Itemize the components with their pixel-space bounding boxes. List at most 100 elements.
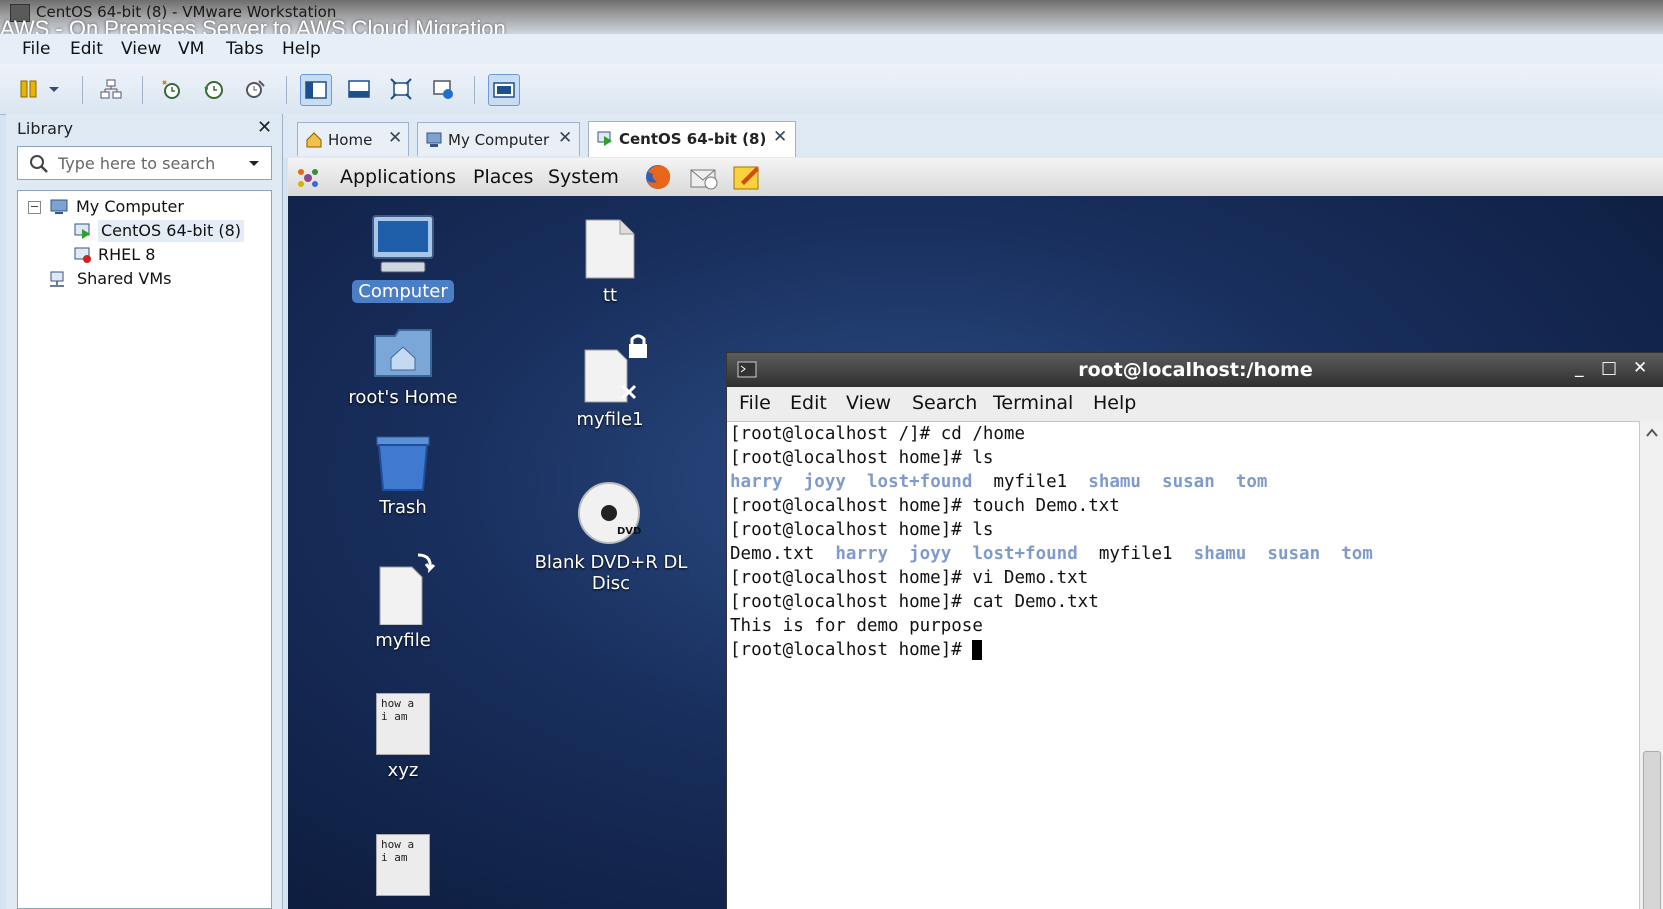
vm-error-icon bbox=[74, 247, 91, 263]
close-icon[interactable]: ✕ bbox=[558, 128, 572, 148]
menu-edit[interactable]: Edit bbox=[70, 39, 103, 59]
dir-entry: joyy bbox=[909, 544, 952, 564]
terminal-menu-file[interactable]: File bbox=[739, 392, 771, 414]
dvd-badge: DVD bbox=[617, 526, 641, 537]
text-document-icon: how a i am bbox=[376, 693, 430, 755]
tab-home[interactable]: Home ✕ bbox=[297, 122, 409, 156]
menu-tabs[interactable]: Tabs bbox=[226, 39, 264, 59]
terminal-scrollbar[interactable] bbox=[1639, 421, 1663, 909]
terminal-menu-edit[interactable]: Edit bbox=[790, 392, 827, 414]
close-button[interactable]: ✕ bbox=[1633, 358, 1647, 378]
desktop-icon-dvd[interactable]: DVD Blank DVD+R DL Disc bbox=[525, 481, 695, 595]
send-ctrl-alt-del-button[interactable] bbox=[96, 74, 126, 104]
terminal-titlebar[interactable]: root@localhost:/home _ □ ✕ bbox=[727, 353, 1663, 387]
thumbnail-bar-button[interactable] bbox=[344, 74, 374, 104]
close-icon[interactable]: ✕ bbox=[388, 128, 402, 148]
fullscreen-icon bbox=[390, 78, 412, 100]
close-icon[interactable]: ✕ bbox=[773, 127, 787, 147]
terminal-menu-terminal[interactable]: Terminal bbox=[993, 392, 1073, 414]
trash-icon bbox=[376, 436, 430, 491]
pause-button[interactable] bbox=[14, 74, 44, 104]
scrollbar-thumb[interactable] bbox=[1643, 751, 1661, 909]
menu-file[interactable]: File bbox=[22, 39, 50, 59]
take-snapshot-button[interactable] bbox=[156, 74, 186, 104]
menu-view[interactable]: View bbox=[121, 39, 161, 59]
revert-snapshot-button[interactable] bbox=[198, 74, 228, 104]
library-tree: − My Computer CentOS 64-bit (8) RHEL 8 S… bbox=[17, 190, 272, 909]
terminal-menu-help[interactable]: Help bbox=[1093, 392, 1136, 414]
dir-entry: susan bbox=[1162, 472, 1215, 492]
desktop-icon-xyz[interactable]: how a i am xyz bbox=[318, 693, 488, 782]
text-document-icon: how a i am bbox=[376, 834, 430, 896]
minimize-button[interactable]: _ bbox=[1575, 358, 1584, 378]
library-search-box bbox=[17, 146, 272, 180]
menu-vm[interactable]: VM bbox=[178, 39, 204, 59]
computer-icon bbox=[50, 199, 68, 214]
dir-entry: shamu bbox=[1193, 544, 1247, 564]
terminal-menu-search[interactable]: Search bbox=[912, 392, 977, 414]
desktop-icon-myfile[interactable]: myfile bbox=[318, 551, 488, 652]
library-close-icon[interactable]: ✕ bbox=[257, 117, 272, 138]
text-cursor bbox=[972, 640, 983, 660]
terminal-prompt-line: [root@localhost home]# bbox=[730, 638, 983, 662]
library-title: Library bbox=[17, 119, 73, 138]
tab-bar: Home ✕ My Computer ✕ CentOS 64-bit (8) ✕ bbox=[283, 114, 1663, 158]
terminal-line: [root@localhost home]# cat Demo.txt bbox=[730, 592, 1099, 612]
terminal-line: [root@localhost home]# vi Demo.txt bbox=[730, 568, 1089, 588]
menu-help[interactable]: Help bbox=[282, 39, 321, 59]
terminal-line-listing: Demo.txt harry joyy lost+found myfile1 s… bbox=[730, 542, 1373, 566]
maximize-button[interactable]: □ bbox=[1601, 358, 1617, 378]
desktop-icon-home[interactable]: root's Home bbox=[318, 326, 488, 409]
notes-icon[interactable] bbox=[731, 162, 763, 192]
document-link-icon bbox=[379, 553, 436, 625]
dir-entry: susan bbox=[1267, 544, 1321, 564]
desktop-icon-label: root's Home bbox=[348, 387, 458, 408]
file-entry: myfile1 bbox=[993, 472, 1068, 492]
desktop-icon-label: myfile bbox=[375, 630, 431, 651]
file-entry: myfile1 bbox=[1098, 544, 1173, 564]
collapse-toggle[interactable]: − bbox=[28, 201, 41, 214]
computer-icon bbox=[426, 132, 442, 147]
document-preview-text: how a i am bbox=[381, 838, 415, 864]
terminal-menu-view[interactable]: View bbox=[846, 392, 891, 414]
desktop-icon-label: xyz bbox=[387, 760, 419, 781]
desktop-icon-label: tt bbox=[602, 285, 618, 306]
chevron-down-icon[interactable] bbox=[248, 159, 260, 169]
guest-display[interactable]: Applications Places System Computer root… bbox=[288, 158, 1663, 909]
terminal-line: [root@localhost home]# ls bbox=[730, 448, 994, 468]
desktop-icon-trash[interactable]: Trash bbox=[318, 434, 488, 519]
home-icon bbox=[306, 132, 322, 148]
firefox-icon[interactable] bbox=[643, 162, 673, 192]
file-entry: Demo.txt bbox=[730, 544, 815, 564]
unity-button[interactable] bbox=[428, 74, 458, 104]
dir-entry: harry bbox=[730, 472, 783, 492]
window-titlebar: CentOS 64-bit (8) - VMware Workstation A… bbox=[0, 0, 1663, 41]
scroll-up-icon[interactable] bbox=[1643, 424, 1661, 442]
desktop-icon-computer[interactable]: Computer bbox=[318, 214, 488, 303]
terminal-line: [root@localhost /]# cd /home bbox=[730, 424, 1026, 444]
desktop-icon-tt[interactable]: tt bbox=[525, 218, 695, 307]
dvd-disc-icon: DVD bbox=[578, 482, 641, 544]
menu-applications[interactable]: Applications bbox=[340, 166, 456, 188]
menu-system[interactable]: System bbox=[548, 166, 619, 188]
desktop-icon-label: myfile1 bbox=[576, 409, 644, 430]
desktop-icon-myfile1[interactable]: myfile1 bbox=[525, 334, 695, 431]
gnome-foot-icon bbox=[298, 169, 318, 187]
library-view-button[interactable] bbox=[300, 74, 332, 106]
power-dropdown-button[interactable] bbox=[44, 74, 62, 104]
dir-entry: lost+found bbox=[867, 472, 973, 492]
library-search-input[interactable] bbox=[56, 153, 240, 174]
mail-icon[interactable] bbox=[688, 162, 720, 192]
tab-my-computer[interactable]: My Computer ✕ bbox=[417, 122, 580, 156]
menubar: File Edit View VM Tabs Help bbox=[0, 34, 1663, 64]
snapshot-manager-button[interactable] bbox=[240, 74, 270, 104]
menu-places[interactable]: Places bbox=[473, 166, 533, 188]
console-view-button[interactable] bbox=[488, 74, 520, 106]
fullscreen-button[interactable] bbox=[386, 74, 416, 104]
tab-label: My Computer bbox=[448, 131, 550, 149]
terminal-line-listing: harry joyy lost+found myfile1 shamu susa… bbox=[730, 470, 1267, 494]
terminal-output[interactable]: [root@localhost /]# cd /home [root@local… bbox=[727, 421, 1639, 909]
desktop-icon-partial-document[interactable]: how a i am bbox=[318, 834, 488, 896]
terminal-window[interactable]: root@localhost:/home _ □ ✕ File Edit Vie… bbox=[726, 352, 1663, 909]
tab-centos[interactable]: CentOS 64-bit (8) ✕ bbox=[588, 121, 796, 157]
